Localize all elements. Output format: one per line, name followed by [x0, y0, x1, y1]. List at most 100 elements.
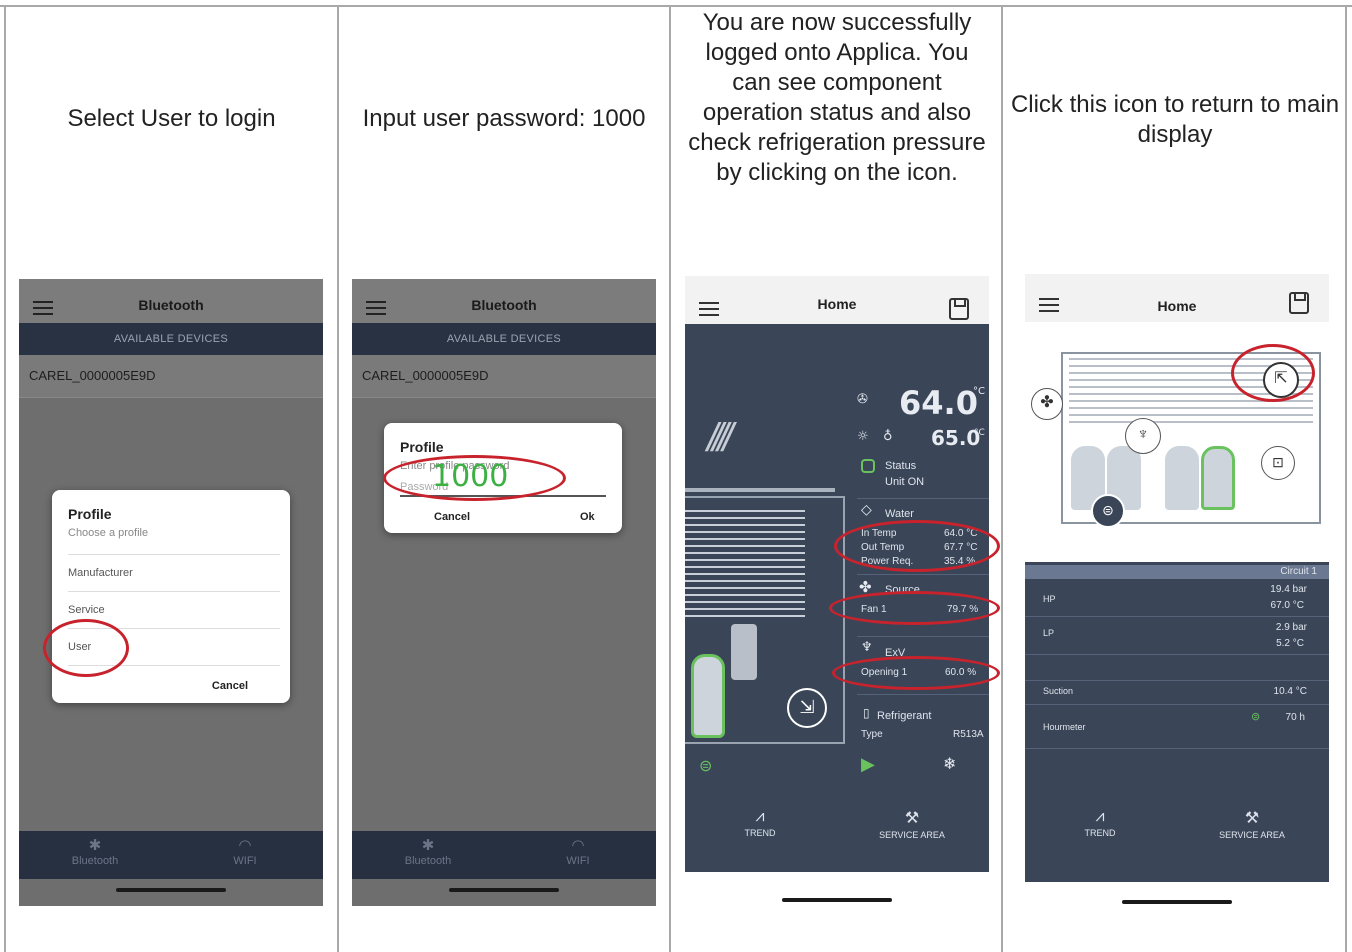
bluetooth-icon: ✱	[421, 837, 435, 854]
trend-icon: ⩘	[755, 808, 765, 825]
lp-label: LP	[1043, 628, 1055, 638]
fan-icon: ✤	[1031, 388, 1063, 420]
bluetooth-icon: ✱	[88, 837, 102, 854]
highlight-ring-source	[829, 591, 1000, 625]
nav-service-label: SERVICE AREA	[879, 830, 945, 840]
caption-step-2: Input user password: 1000	[362, 105, 646, 132]
caption-step-4: Click this icon to return to main displa…	[1010, 91, 1340, 148]
divider	[1025, 616, 1329, 617]
menu-icon[interactable]	[33, 301, 53, 315]
main-temp-value: 64.0	[899, 384, 978, 422]
bottom-nav: ⩘ TREND ⚒ SERVICE AREA	[685, 790, 989, 872]
grid-top-border	[0, 5, 1352, 7]
menu-icon[interactable]	[366, 301, 386, 315]
app-header: Bluetooth	[19, 279, 323, 323]
circuit-detail-icon[interactable]: ⇲	[787, 688, 827, 728]
save-icon[interactable]	[949, 298, 969, 320]
circuit-label: Circuit 1	[1280, 566, 1317, 577]
hp-temp: 67.0 °C	[1270, 600, 1304, 611]
nav-trend[interactable]: ⩘ TREND	[1045, 808, 1155, 838]
home-indicator	[1122, 900, 1232, 904]
suction-label: Suction	[1043, 686, 1074, 696]
highlight-ring-user	[43, 619, 129, 677]
cancel-button[interactable]: Cancel	[212, 680, 248, 692]
bottom-nav: ✱ Bluetooth ◠ WIFI	[352, 831, 656, 879]
header-title: Bluetooth	[471, 297, 537, 313]
phone-screen-profile: Bluetooth AVAILABLE DEVICES CAREL_000000…	[19, 279, 323, 906]
highlight-ring-exv	[832, 656, 1000, 690]
bottom-nav: ✱ Bluetooth ◠ WIFI	[19, 831, 323, 879]
thermometer-icon: ♁	[883, 429, 893, 444]
column-border-4	[1001, 6, 1003, 952]
divider	[1025, 704, 1329, 705]
status-value: Unit ON	[885, 476, 925, 488]
second-temp-value: 65.0	[931, 426, 981, 450]
unit-roof	[685, 488, 835, 492]
option-manufacturer[interactable]: Manufacturer	[68, 554, 280, 591]
nav-trend-label: TREND	[1084, 828, 1116, 838]
nav-trend[interactable]: ⩘ TREND	[705, 808, 815, 838]
app-header: Bluetooth	[352, 279, 656, 323]
main-temp-unit: °C	[973, 386, 985, 397]
ok-button[interactable]: Ok	[580, 511, 595, 523]
lp-pressure: 2.9 bar	[1275, 622, 1307, 633]
nav-service-area[interactable]: ⚒ SERVICE AREA	[857, 808, 967, 840]
power-icon	[861, 459, 875, 473]
compressor-c-icon	[1165, 446, 1199, 510]
divider	[857, 636, 989, 637]
hourmeter-value: 70 h	[1285, 712, 1305, 723]
wifi-icon: ◠	[238, 837, 252, 854]
wrench-icon: ⚒	[904, 810, 920, 827]
hourmeter-label: Hourmeter	[1043, 722, 1086, 732]
nav-wifi[interactable]: ◠ WIFI	[518, 837, 638, 867]
fan-speed-icon: ✇	[857, 392, 868, 407]
phone-screen-password: Bluetooth AVAILABLE DEVICES CAREL_000000…	[352, 279, 656, 906]
nav-bluetooth[interactable]: ✱ Bluetooth	[35, 837, 155, 867]
bottom-nav: ⩘ TREND ⚒ SERVICE AREA	[1025, 790, 1329, 872]
coil-icon	[685, 510, 805, 620]
circuit-header: Circuit 1	[1025, 565, 1329, 579]
refrigerant-icon: ▯	[863, 706, 870, 720]
airflow-icon: ////	[707, 416, 733, 460]
unit-illustration: ////	[685, 324, 857, 744]
compressor-status-icon: ⊜	[699, 756, 713, 775]
pump-icon: ▶	[861, 754, 875, 775]
nav-service-area[interactable]: ⚒ SERVICE AREA	[1197, 808, 1307, 840]
home-indicator	[449, 888, 559, 892]
hp-label: HP	[1043, 594, 1056, 604]
water-drop-icon: ◇	[861, 502, 872, 518]
compressor-icon	[691, 654, 725, 738]
valve-icon: ♆	[861, 640, 873, 655]
divider	[857, 498, 989, 499]
app-header: Home	[1025, 274, 1329, 322]
nav-bluetooth[interactable]: ✱ Bluetooth	[368, 837, 488, 867]
available-devices-bar: AVAILABLE DEVICES	[19, 323, 323, 355]
header-title: Bluetooth	[138, 297, 204, 313]
divider	[1025, 680, 1329, 681]
valve-icon: ♆	[1125, 418, 1161, 454]
cancel-button[interactable]: Cancel	[434, 511, 470, 523]
divider	[1025, 654, 1329, 655]
highlight-ring-return-icon	[1231, 344, 1315, 402]
second-temp-unit: °C	[974, 428, 985, 438]
type-label: Type	[861, 729, 883, 740]
nav-wifi[interactable]: ◠ WIFI	[185, 837, 305, 867]
save-icon[interactable]	[1289, 292, 1309, 314]
type-value: R513A	[953, 729, 984, 740]
device-item[interactable]: CAREL_0000005E9D	[352, 355, 656, 398]
refrigerant-label: Refrigerant	[877, 710, 932, 722]
nav-service-label: SERVICE AREA	[1219, 830, 1285, 840]
column-border-5	[1345, 6, 1347, 952]
device-item[interactable]: CAREL_0000005E9D	[19, 355, 323, 398]
nav-wifi-label: WIFI	[566, 855, 590, 867]
hp-pressure: 19.4 bar	[1270, 584, 1307, 595]
header-title: Home	[817, 296, 857, 312]
trend-icon: ⩘	[1095, 808, 1105, 825]
home-indicator	[116, 888, 226, 892]
water-label: Water	[885, 508, 914, 520]
divider	[1025, 748, 1329, 749]
home-indicator	[782, 898, 892, 902]
caption-step-3: You are now successfully logged onto App…	[688, 9, 986, 186]
nav-wifi-label: WIFI	[233, 855, 257, 867]
header-title: Home	[1157, 298, 1197, 314]
